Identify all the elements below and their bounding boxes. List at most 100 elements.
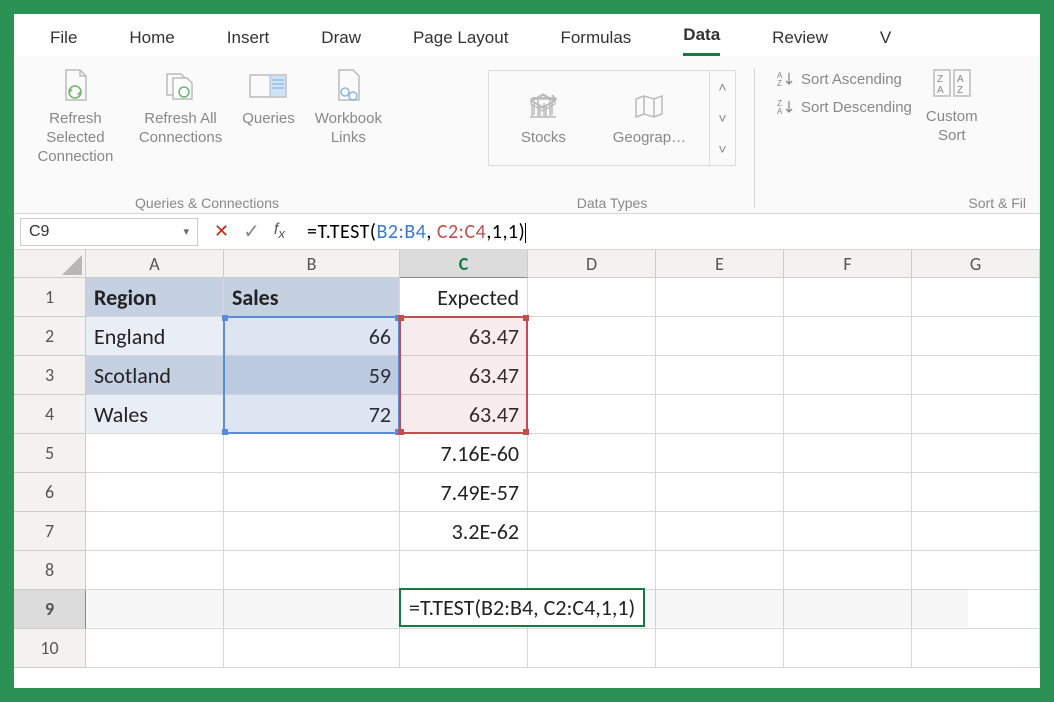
- cell-G4[interactable]: [912, 395, 1040, 434]
- cell-A5[interactable]: [86, 434, 224, 473]
- stocks-button[interactable]: Stocks: [497, 91, 589, 146]
- cell-F5[interactable]: [784, 434, 912, 473]
- fx-button[interactable]: fx: [274, 221, 285, 241]
- cell-E6[interactable]: [656, 473, 784, 512]
- cell-A7[interactable]: [86, 512, 224, 551]
- chevron-up-icon[interactable]: ˄: [718, 79, 726, 95]
- row-header-2[interactable]: 2: [14, 317, 86, 356]
- row-header-6[interactable]: 6: [14, 473, 86, 512]
- cell-F7[interactable]: [784, 512, 912, 551]
- cell-A6[interactable]: [86, 473, 224, 512]
- cell-F8[interactable]: [784, 551, 912, 590]
- refresh-all-button[interactable]: Refresh All Connections: [139, 66, 222, 148]
- row-header-1[interactable]: 1: [14, 278, 86, 317]
- tab-draw[interactable]: Draw: [321, 20, 361, 56]
- cell-B7[interactable]: [224, 512, 400, 551]
- row-header-10[interactable]: 10: [14, 629, 86, 668]
- row-header-5[interactable]: 5: [14, 434, 86, 473]
- cell-A10[interactable]: [86, 629, 224, 668]
- cell-F2[interactable]: [784, 317, 912, 356]
- cell-D2[interactable]: [528, 317, 656, 356]
- cell-A4[interactable]: Wales: [86, 395, 224, 434]
- tab-data[interactable]: Data: [683, 17, 720, 56]
- row-header-7[interactable]: 7: [14, 512, 86, 551]
- cell-B5[interactable]: [224, 434, 400, 473]
- cell-C2[interactable]: 63.47: [400, 317, 528, 356]
- cell-C10[interactable]: [400, 629, 528, 668]
- cell-G1[interactable]: [912, 278, 1040, 317]
- cell-D6[interactable]: [528, 473, 656, 512]
- cell-C4[interactable]: 63.47: [400, 395, 528, 434]
- refresh-selected-button[interactable]: Refresh Selected Connection: [32, 66, 119, 166]
- cell-B3[interactable]: 59: [224, 356, 400, 395]
- cell-G5[interactable]: [912, 434, 1040, 473]
- row-header-4[interactable]: 4: [14, 395, 86, 434]
- col-header-C[interactable]: C: [400, 250, 528, 278]
- row-header-8[interactable]: 8: [14, 551, 86, 590]
- cell-F1[interactable]: [784, 278, 912, 317]
- col-header-F[interactable]: F: [784, 250, 912, 278]
- chevron-down-icon[interactable]: ▾: [183, 225, 189, 238]
- cell-D3[interactable]: [528, 356, 656, 395]
- tab-review[interactable]: Review: [772, 20, 828, 56]
- sort-descending-button[interactable]: ZA Sort Descending: [777, 98, 912, 116]
- cell-F4[interactable]: [784, 395, 912, 434]
- cell-E2[interactable]: [656, 317, 784, 356]
- cell-G3[interactable]: [912, 356, 1040, 395]
- tab-formulas[interactable]: Formulas: [560, 20, 631, 56]
- cell-F6[interactable]: [784, 473, 912, 512]
- enter-button[interactable]: ✓: [243, 219, 260, 244]
- cell-edit-overlay[interactable]: =T.TEST(B2:B4, C2:C4,1,1): [399, 588, 645, 627]
- custom-sort-button[interactable]: ZAAZ Custom Sort: [926, 64, 978, 146]
- formula-input[interactable]: =T.TEST(B2:B4, C2:C4,1,1): [295, 220, 1040, 244]
- name-box[interactable]: C9 ▾: [20, 218, 198, 246]
- cell-E7[interactable]: [656, 512, 784, 551]
- cell-B6[interactable]: [224, 473, 400, 512]
- queries-button[interactable]: Queries: [242, 66, 295, 129]
- cell-F3[interactable]: [784, 356, 912, 395]
- cell-C3[interactable]: 63.47: [400, 356, 528, 395]
- tab-page-layout[interactable]: Page Layout: [413, 20, 508, 56]
- chevron-more-icon[interactable]: ˅: [718, 141, 726, 157]
- cell-D10[interactable]: [528, 629, 656, 668]
- cancel-button[interactable]: ✕: [214, 221, 229, 242]
- col-header-A[interactable]: A: [86, 250, 224, 278]
- cell-G2[interactable]: [912, 317, 1040, 356]
- cell-D1[interactable]: [528, 278, 656, 317]
- cell-D4[interactable]: [528, 395, 656, 434]
- tab-file[interactable]: File: [50, 20, 77, 56]
- cell-B2[interactable]: 66: [224, 317, 400, 356]
- cell-G10[interactable]: [912, 629, 1040, 668]
- select-all-corner[interactable]: [14, 250, 86, 278]
- tab-insert[interactable]: Insert: [227, 20, 270, 56]
- cell-F10[interactable]: [784, 629, 912, 668]
- data-types-gallery[interactable]: Stocks Geograp… ˄ ˅ ˅: [488, 70, 735, 166]
- cell-E10[interactable]: [656, 629, 784, 668]
- cell-A3[interactable]: Scotland: [86, 356, 224, 395]
- cell-A1[interactable]: Region: [86, 278, 224, 317]
- cell-B1[interactable]: Sales: [224, 278, 400, 317]
- col-header-D[interactable]: D: [528, 250, 656, 278]
- cell-C7[interactable]: 3.2E-62: [400, 512, 528, 551]
- cell-G6[interactable]: [912, 473, 1040, 512]
- cell-C6[interactable]: 7.49E-57: [400, 473, 528, 512]
- cell-D8[interactable]: [528, 551, 656, 590]
- workbook-links-button[interactable]: Workbook Links: [315, 66, 382, 148]
- sort-ascending-button[interactable]: AZ Sort Ascending: [777, 70, 912, 88]
- cell-C5[interactable]: 7.16E-60: [400, 434, 528, 473]
- gallery-spinner[interactable]: ˄ ˅ ˅: [709, 71, 726, 165]
- cell-B4[interactable]: 72: [224, 395, 400, 434]
- cell-C1[interactable]: Expected: [400, 278, 528, 317]
- cell-C8[interactable]: [400, 551, 528, 590]
- cell-E8[interactable]: [656, 551, 784, 590]
- cell-E5[interactable]: [656, 434, 784, 473]
- cell-E1[interactable]: [656, 278, 784, 317]
- cell-B10[interactable]: [224, 629, 400, 668]
- col-header-E[interactable]: E: [656, 250, 784, 278]
- cell-D7[interactable]: [528, 512, 656, 551]
- row-header-3[interactable]: 3: [14, 356, 86, 395]
- chevron-down-icon[interactable]: ˅: [718, 110, 726, 126]
- cell-A8[interactable]: [86, 551, 224, 590]
- cell-B8[interactable]: [224, 551, 400, 590]
- col-header-B[interactable]: B: [224, 250, 400, 278]
